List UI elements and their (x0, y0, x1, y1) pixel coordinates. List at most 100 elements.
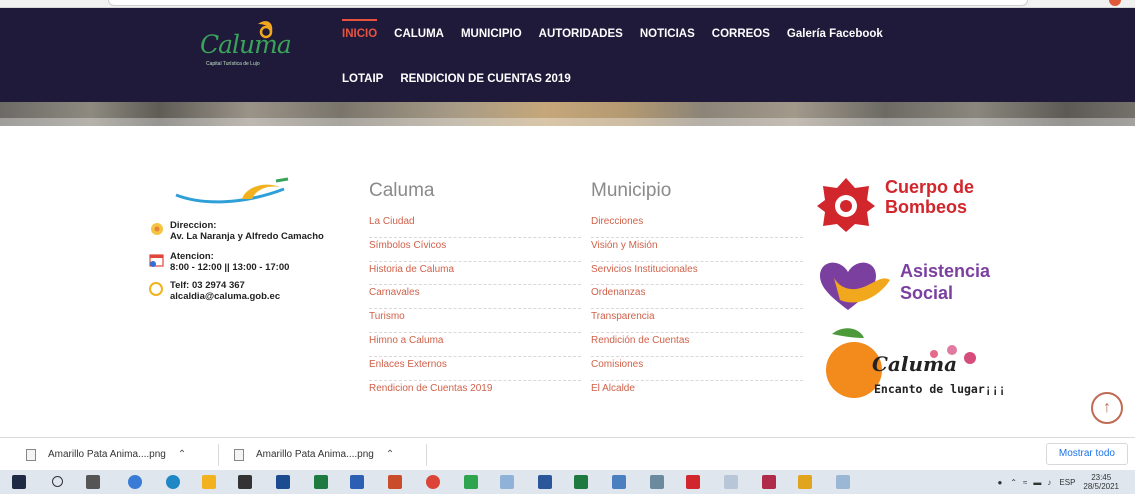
divider (218, 444, 219, 466)
link-vision-mision[interactable]: Visión y Misión (591, 238, 803, 262)
address-value: Av. La Naranja y Alfredo Camacho (170, 231, 324, 242)
link-rendicion-2019[interactable]: Rendicion de Cuentas 2019 (369, 381, 581, 405)
outlook-icon[interactable] (350, 475, 364, 489)
acrobat-icon[interactable] (686, 475, 700, 489)
app-icon[interactable] (798, 475, 812, 489)
link-simbolos-civicos[interactable]: Símbolos Cívicos (369, 238, 581, 262)
calendar-icon (149, 254, 164, 267)
site-header: Caluma Capital Turística de Lujo INICIO … (0, 8, 1135, 102)
hours-row: Atencion: 8:00 - 12:00 || 13:00 - 17:00 (148, 251, 289, 273)
chevron-up-icon[interactable]: ⌃ (386, 449, 394, 460)
nav-lotaip[interactable]: LOTAIP (342, 73, 383, 85)
people-icon[interactable]: ● (997, 478, 1002, 487)
word-icon[interactable] (538, 475, 552, 489)
nav-rendicion-cuentas[interactable]: RENDICION DE CUENTAS 2019 (400, 73, 570, 85)
chrome-icon[interactable] (426, 475, 440, 489)
municipio-column-title: Municipio (591, 180, 672, 201)
address-label: Direccion: (170, 220, 217, 231)
battery-icon[interactable]: ▬ (1033, 478, 1041, 487)
turismo-brand: Caluma (872, 352, 958, 376)
browser-icon[interactable] (128, 475, 142, 489)
windows-taskbar: ● ⌃ ≈ ▬ ♪ ESP 23:45 28/5/2021 (0, 470, 1135, 494)
hours-label: Atencion: (170, 251, 214, 262)
download-item[interactable]: Amarillo Pata Anima....png ⌃ (234, 438, 394, 471)
nav-autoridades[interactable]: AUTORIDADES (539, 28, 623, 40)
nav-inicio[interactable]: INICIO (342, 19, 378, 40)
calculator-icon[interactable] (650, 475, 664, 489)
link-transparencia[interactable]: Transparencia (591, 309, 803, 333)
download-filename: Amarillo Pata Anima....png (256, 449, 374, 460)
scroll-to-top-button[interactable]: ↑ (1091, 392, 1123, 424)
network-icon[interactable]: ≈ (1023, 478, 1027, 487)
app-icon[interactable] (276, 475, 290, 489)
nav-noticias[interactable]: NOTICIAS (640, 28, 695, 40)
bomberos-badge[interactable]: Cuerpo de Bombeos (815, 176, 1015, 232)
profile-icon[interactable] (1109, 0, 1121, 6)
search-icon[interactable] (52, 476, 63, 487)
turismo-tagline: Encanto de lugar¡¡¡ (874, 382, 1006, 396)
chevron-up-icon[interactable]: ⌃ (178, 449, 186, 460)
chevron-up-icon[interactable]: ⌃ (1010, 478, 1017, 487)
link-comisiones[interactable]: Comisiones (591, 357, 803, 381)
app-icon[interactable] (500, 475, 514, 489)
link-himno[interactable]: Himno a Caluma (369, 333, 581, 357)
download-item[interactable]: Amarillo Pata Anima....png ⌃ (26, 438, 186, 471)
address-row: Direccion: Av. La Naranja y Alfredo Cama… (148, 220, 324, 242)
asistencia-line1: Asistencia (900, 261, 991, 281)
edge-icon[interactable] (166, 475, 180, 489)
turismo-badge[interactable]: Caluma Encanto de lugar¡¡¡ (820, 324, 1040, 404)
link-historia[interactable]: Historia de Caluma (369, 262, 581, 286)
asistencia-social-badge[interactable]: Asistencia Social (810, 254, 1020, 314)
file-explorer-icon[interactable] (202, 475, 216, 489)
show-all-downloads-button[interactable]: Mostrar todo (1045, 443, 1128, 465)
caluma-logo[interactable]: Caluma Capital Turística de Lujo (200, 18, 300, 70)
clock-time: 23:45 (1091, 473, 1112, 482)
task-view-icon[interactable] (86, 475, 100, 489)
link-carnavales[interactable]: Carnavales (369, 285, 581, 310)
app-icon[interactable] (724, 475, 738, 489)
bomberos-line2: Bombeos (885, 197, 968, 217)
app-icon[interactable] (762, 475, 776, 489)
windows-start-icon[interactable] (12, 475, 26, 489)
link-ordenanzas[interactable]: Ordenanzas (591, 285, 803, 310)
email-value[interactable]: alcaldia@caluma.gob.ec (170, 291, 280, 302)
browser-page: Caluma Capital Turística de Lujo INICIO … (0, 0, 1135, 494)
nav-caluma[interactable]: CALUMA (394, 28, 444, 40)
asistencia-line2: Social (900, 283, 954, 303)
file-icon (26, 448, 36, 461)
phone-icon (149, 282, 163, 296)
link-rendicion-cuentas[interactable]: Rendición de Cuentas (591, 333, 803, 357)
divider (426, 444, 427, 466)
excel-icon[interactable] (574, 475, 588, 489)
hero-photo-strip (0, 102, 1135, 126)
store-icon[interactable] (238, 475, 252, 489)
clock[interactable]: 23:45 28/5/2021 (1083, 473, 1119, 491)
download-filename: Amarillo Pata Anima....png (48, 449, 166, 460)
caluma-links-column: Caluma La Ciudad Símbolos Cívicos Histor… (369, 180, 581, 404)
link-turismo[interactable]: Turismo (369, 309, 581, 333)
volume-icon[interactable]: ♪ (1047, 478, 1051, 487)
powerpoint-icon[interactable] (388, 475, 402, 489)
nav-correos[interactable]: CORREOS (712, 28, 770, 40)
link-direcciones[interactable]: Direcciones (591, 214, 803, 238)
location-icon (151, 223, 163, 235)
link-la-ciudad[interactable]: La Ciudad (369, 214, 581, 238)
nav-galeria-facebook[interactable]: Galería Facebook (787, 28, 883, 40)
link-el-alcalde[interactable]: El Alcalde (591, 381, 803, 405)
clock-date: 28/5/2021 (1083, 482, 1119, 491)
file-icon (234, 448, 244, 461)
municipio-links-column: Municipio Direcciones Visión y Misión Se… (591, 180, 803, 404)
logo-text: Caluma (200, 30, 292, 59)
address-bar[interactable] (108, 0, 1028, 6)
app-icon[interactable] (612, 475, 626, 489)
excel-icon[interactable] (314, 475, 328, 489)
chart-app-icon[interactable] (464, 475, 478, 489)
link-servicios[interactable]: Servicios Institucionales (591, 262, 803, 286)
app-icon[interactable] (836, 475, 850, 489)
link-enlaces-externos[interactable]: Enlaces Externos (369, 357, 581, 381)
language-indicator[interactable]: ESP (1059, 478, 1075, 487)
browser-toolbar (0, 0, 1135, 8)
nav-municipio[interactable]: MUNICIPIO (461, 28, 522, 40)
heart-hand-icon (820, 262, 890, 310)
main-nav-row-2: LOTAIP RENDICION DE CUENTAS 2019 (342, 73, 588, 85)
